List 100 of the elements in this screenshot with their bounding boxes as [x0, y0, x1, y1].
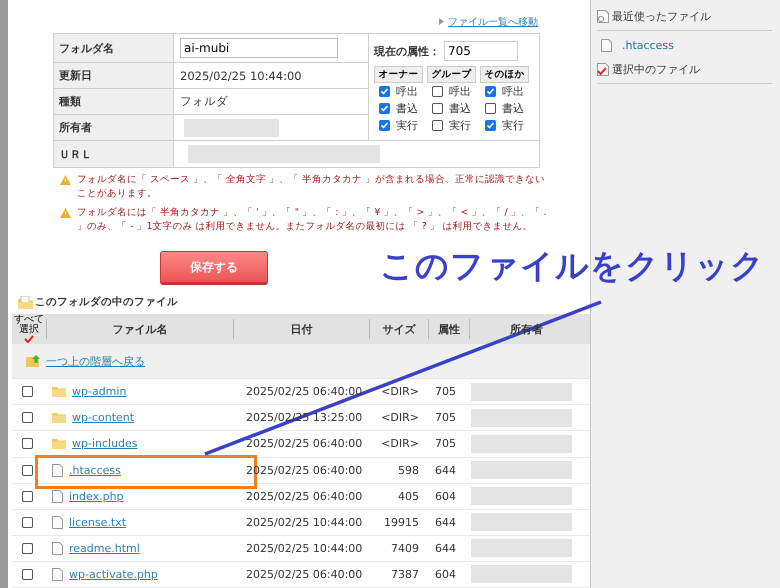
file-link[interactable]: wp-content: [72, 411, 134, 424]
attribute-label: 現在の属性：: [374, 44, 440, 59]
checkbox[interactable]: [432, 103, 443, 114]
checkbox[interactable]: [22, 516, 33, 528]
recent-file-icon: [597, 10, 609, 22]
permission-label: 実行: [449, 118, 471, 134]
table-cell: 644: [435, 542, 456, 555]
warning-text: フォルダ名に「 スペース 」、「 全角文字 」、「 半角カタカナ 」が含まれる場合、正常に認識できないことがあります。: [77, 173, 546, 202]
warning-icon: [60, 175, 71, 186]
section-title: このフォルダの中のファイル: [35, 295, 178, 310]
table-cell: 705: [435, 437, 456, 450]
permission-label: 書込: [502, 101, 524, 116]
file-list-link[interactable]: ファイル一覧へ移動: [448, 14, 538, 29]
table-cell: 604: [435, 568, 456, 581]
file-icon: [601, 38, 612, 52]
file-link[interactable]: license.txt: [69, 516, 126, 529]
table-cell: 2025/02/25 06:40:00: [246, 490, 362, 503]
checkmark-icon: [24, 335, 34, 344]
file-link[interactable]: index.php: [69, 490, 124, 503]
checkbox[interactable]: [22, 464, 33, 476]
checkbox[interactable]: [485, 103, 496, 114]
table-cell: 598: [398, 464, 419, 477]
file-icon: [52, 542, 63, 555]
checkbox[interactable]: [22, 542, 33, 554]
recent-file-link[interactable]: .htaccess: [622, 38, 674, 52]
permission-label: 実行: [502, 118, 524, 134]
permission-label: 呼出: [449, 84, 471, 100]
checkbox[interactable]: [432, 120, 443, 132]
table-cell: 405: [398, 490, 419, 503]
table-cell: 705: [435, 411, 456, 424]
table-cell: 644: [435, 464, 456, 477]
file-icon: [52, 464, 63, 477]
field-value: フォルダ: [180, 94, 228, 110]
checkbox[interactable]: [22, 490, 33, 502]
checkbox[interactable]: [432, 86, 443, 98]
attribute-field[interactable]: 705: [444, 41, 518, 62]
table-cell: 2025/02/25 10:44:00: [246, 516, 362, 529]
file-link[interactable]: wp-includes: [72, 437, 138, 450]
table-cell: 644: [435, 516, 456, 529]
file-icon: [52, 568, 63, 581]
table-cell: 2025/02/25 06:40:00: [246, 437, 362, 450]
up-folder-icon: [26, 355, 41, 368]
group-button[interactable]: そのほか: [480, 66, 529, 84]
group-button[interactable]: グループ: [427, 66, 476, 84]
warning-icon: [60, 208, 71, 218]
table-cell: 2025/02/25 10:44:00: [246, 542, 362, 555]
field-label: 所有者: [54, 115, 174, 140]
column-header: 属性: [438, 322, 460, 337]
table-cell: 7409: [391, 542, 419, 555]
sidebar-heading: 最近使ったファイル: [612, 8, 711, 24]
arrow-icon: [439, 18, 444, 26]
permission-label: 書込: [449, 101, 471, 116]
save-button[interactable]: 保存する: [160, 251, 268, 284]
sidebar-heading: 選択中のファイル: [612, 62, 700, 76]
group-button[interactable]: オーナー: [374, 66, 423, 84]
file-link[interactable]: .htaccess: [69, 464, 121, 477]
field-label: 種類: [54, 89, 174, 114]
parent-folder-link[interactable]: 一つ上の階層へ戻る: [46, 354, 145, 369]
table-cell: <DIR>: [381, 385, 419, 398]
folder-icon: [52, 438, 66, 450]
warning-text: フォルダ名には「 半角カタカナ 」、「 ' 」、「 " 」、「 : 」、「 ¥ 」、「 > 」、「 < 」、「 / 」、「 . 」のみ、「 - 」1文字のみ は利用できません。またフォルダ名の最初には 「 ? 」 は利用できません。: [77, 206, 548, 234]
checkbox[interactable]: [22, 568, 33, 580]
checked-file-icon: [597, 62, 609, 76]
field-label: ＵＲＬ: [54, 141, 174, 168]
checkbox[interactable]: [379, 120, 390, 132]
table-cell: 705: [435, 385, 456, 398]
checkbox[interactable]: [485, 86, 496, 98]
column-header: 日付: [290, 322, 312, 337]
table-cell: 604: [435, 490, 456, 503]
checkbox[interactable]: [22, 412, 33, 424]
file-icon: [52, 490, 63, 503]
checkbox[interactable]: [22, 438, 33, 450]
field-label: フォルダ名: [54, 34, 174, 62]
file-link[interactable]: readme.html: [69, 542, 140, 555]
folder-icon: [52, 386, 66, 398]
annotation-text: このファイルをクリック: [380, 245, 765, 287]
checkbox[interactable]: [379, 86, 390, 98]
file-link[interactable]: wp-activate.php: [69, 568, 158, 581]
folder-icon: [52, 412, 66, 424]
table-cell: 2025/02/25 06:40:00: [246, 385, 362, 398]
table-cell: <DIR>: [381, 437, 419, 450]
checkbox[interactable]: [485, 120, 496, 132]
file-link[interactable]: wp-admin: [72, 385, 126, 398]
select-all-button[interactable]: すべて選択: [13, 315, 45, 344]
checkbox[interactable]: [379, 103, 390, 114]
column-header: サイズ: [382, 322, 416, 337]
file-icon: [52, 516, 63, 529]
table-cell: <DIR>: [381, 411, 419, 424]
permission-label: 呼出: [396, 84, 418, 100]
field-value: 2025/02/25 10:44:00: [180, 68, 302, 83]
column-header: ファイル名: [112, 322, 168, 337]
table-cell: 2025/02/25 06:40:00: [246, 568, 362, 581]
permission-label: 書込: [396, 101, 418, 116]
table-cell: 7387: [391, 568, 419, 581]
checkbox[interactable]: [22, 386, 33, 398]
permission-label: 呼出: [502, 84, 524, 100]
field-label: 更新日: [54, 63, 174, 88]
permission-label: 実行: [396, 118, 418, 134]
folder-icon: [18, 296, 33, 309]
folder-name-field[interactable]: ai-mubi: [180, 38, 338, 58]
